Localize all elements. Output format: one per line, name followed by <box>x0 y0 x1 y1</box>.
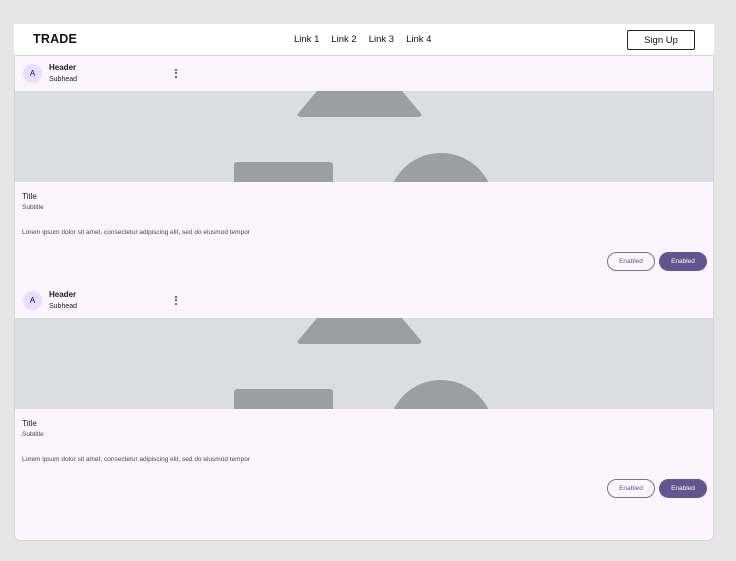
card-subtitle: Subtitle <box>22 204 44 211</box>
nav-link-4[interactable]: Link 4 <box>406 34 431 45</box>
content-panel: A Header Subhead Title Subtitle Lorem ip… <box>14 55 714 541</box>
media-rectangle-shape <box>234 162 333 182</box>
card-title: Title <box>22 192 37 201</box>
nav-link-2[interactable]: Link 2 <box>331 34 356 45</box>
media-circle-shape <box>388 153 494 182</box>
outlined-button[interactable]: Enabled <box>607 479 655 498</box>
media-trapezoid-shape <box>297 318 422 344</box>
card-title: Title <box>22 419 37 428</box>
avatar: A <box>23 291 42 310</box>
card-header-title: Header <box>49 290 77 299</box>
card-header: A Header Subhead <box>15 283 713 318</box>
card: A Header Subhead Title Subtitle Lorem ip… <box>15 56 713 283</box>
media-circle-shape <box>388 380 494 409</box>
more-vert-icon[interactable] <box>171 293 181 307</box>
card-subtitle: Subtitle <box>22 431 44 438</box>
card-media-placeholder <box>15 91 713 182</box>
card-media-placeholder <box>15 318 713 409</box>
outlined-button[interactable]: Enabled <box>607 252 655 271</box>
card-body-text: Lorem ipsum dolor sit amet, consectetur … <box>22 229 250 236</box>
card-header-title: Header <box>49 63 77 72</box>
more-vert-icon[interactable] <box>171 66 181 80</box>
media-trapezoid-shape <box>297 91 422 117</box>
card: A Header Subhead Title Subtitle Lorem ip… <box>15 283 713 510</box>
media-rectangle-shape <box>234 389 333 409</box>
card-header: A Header Subhead <box>15 56 713 91</box>
card-header-subhead: Subhead <box>49 76 78 83</box>
avatar: A <box>23 64 42 83</box>
nav-links: Link 1 Link 2 Link 3 Link 4 <box>294 34 443 45</box>
sign-up-button[interactable]: Sign Up <box>627 30 695 50</box>
brand-logo[interactable]: TRADE <box>33 32 77 46</box>
nav-link-3[interactable]: Link 3 <box>369 34 394 45</box>
card-body-text: Lorem ipsum dolor sit amet, consectetur … <box>22 456 250 463</box>
nav-link-1[interactable]: Link 1 <box>294 34 319 45</box>
filled-button[interactable]: Enabled <box>659 479 707 498</box>
card-header-subhead: Subhead <box>49 303 78 310</box>
top-navbar: TRADE Link 1 Link 2 Link 3 Link 4 Sign U… <box>14 24 714 55</box>
filled-button[interactable]: Enabled <box>659 252 707 271</box>
